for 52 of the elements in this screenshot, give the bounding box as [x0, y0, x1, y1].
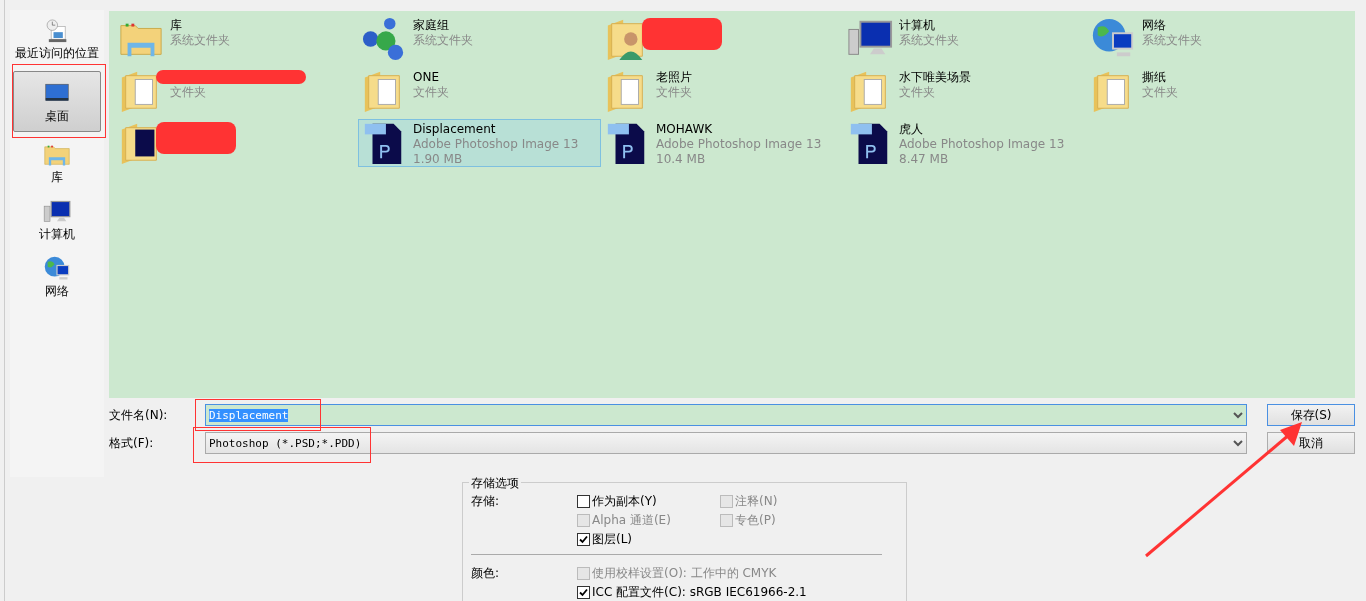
filename-label: 文件名(N): [109, 406, 169, 424]
file-item[interactable]: 老照片 文件夹 [601, 67, 844, 115]
option-group-label: 存储: [471, 493, 501, 510]
file-name: 家庭组 [413, 18, 450, 33]
file-item[interactable]: Displacement Adobe Photoshop Image 13 1.90 MB [358, 119, 601, 167]
file-item[interactable]: ONE 文件夹 [358, 67, 601, 115]
file-item[interactable]: 虎人 Adobe Photoshop Image 13 8.47 MB [844, 119, 1087, 167]
group-title: 存储选项 [469, 475, 521, 492]
file-detail: 文件夹 [899, 85, 936, 100]
checkbox-option[interactable]: 图层(L) [577, 531, 720, 548]
file-item[interactable]: 水下唯美场景 文件夹 [844, 67, 1087, 115]
file-detail: 1.90 MB [413, 152, 464, 167]
file-name: 计算机 [899, 18, 936, 33]
file-detail: Adobe Photoshop Image 13 [413, 137, 579, 152]
file-name: 水下唯美场景 [899, 70, 971, 85]
checkbox-option[interactable]: ICC 配置文件(C): sRGB IEC61966-2.1 [577, 584, 807, 601]
file-detail: 系统文件夹 [899, 33, 959, 48]
file-detail: 文件夹 [413, 85, 449, 100]
file-detail: 系统文件夹 [1142, 33, 1202, 48]
file-name: 虎人 [899, 122, 924, 137]
file-detail: 系统文件夹 [413, 33, 473, 48]
file-detail: 系统文件夹 [170, 33, 230, 48]
file-name: 网络 [1142, 18, 1167, 33]
file-name: ONE [413, 70, 440, 85]
file-detail: 文件夹 [1142, 85, 1178, 100]
file-item[interactable]: 家庭组 系统文件夹 [358, 15, 601, 63]
dialog-button[interactable]: 保存(S) [1267, 404, 1355, 426]
file-name: 老照片 [656, 70, 692, 85]
option-group-label: 颜色: [471, 565, 501, 582]
file-name: 库 [170, 18, 183, 33]
sidebar-item[interactable]: 最近访问的位置 [13, 14, 101, 65]
sidebar-item[interactable]: 桌面 [13, 71, 101, 132]
checkbox-option[interactable]: 作为副本(Y) [577, 493, 720, 510]
file-name: MOHAWK [656, 122, 714, 137]
file-detail: 文件夹 [656, 85, 692, 100]
sidebar-item[interactable]: 计算机 [13, 195, 101, 246]
file-detail: 10.4 MB [656, 152, 707, 167]
file-detail: 文件夹 [170, 85, 206, 100]
file-name: 撕纸 [1142, 70, 1167, 85]
file-item[interactable]: MOHAWK Adobe Photoshop Image 13 10.4 MB [601, 119, 844, 167]
file-item[interactable]: 计算机 系统文件夹 [844, 15, 1087, 63]
sidebar-item[interactable]: 库 [13, 138, 101, 189]
file-name: Displacement [413, 122, 497, 137]
file-detail: Adobe Photoshop Image 13 [899, 137, 1065, 152]
file-detail: Adobe Photoshop Image 13 [656, 137, 822, 152]
file-detail: 8.47 MB [899, 152, 950, 167]
file-item[interactable]: 撕纸 文件夹 [1087, 67, 1330, 115]
file-item[interactable]: 库 系统文件夹 [115, 15, 358, 63]
format-dropdown[interactable]: Photoshop (*.PSD;*.PDD) [205, 432, 1247, 454]
sidebar-item[interactable]: 网络 [13, 252, 101, 303]
format-label: 格式(F): [109, 434, 155, 452]
file-item[interactable]: 网络 系统文件夹 [1087, 15, 1330, 63]
